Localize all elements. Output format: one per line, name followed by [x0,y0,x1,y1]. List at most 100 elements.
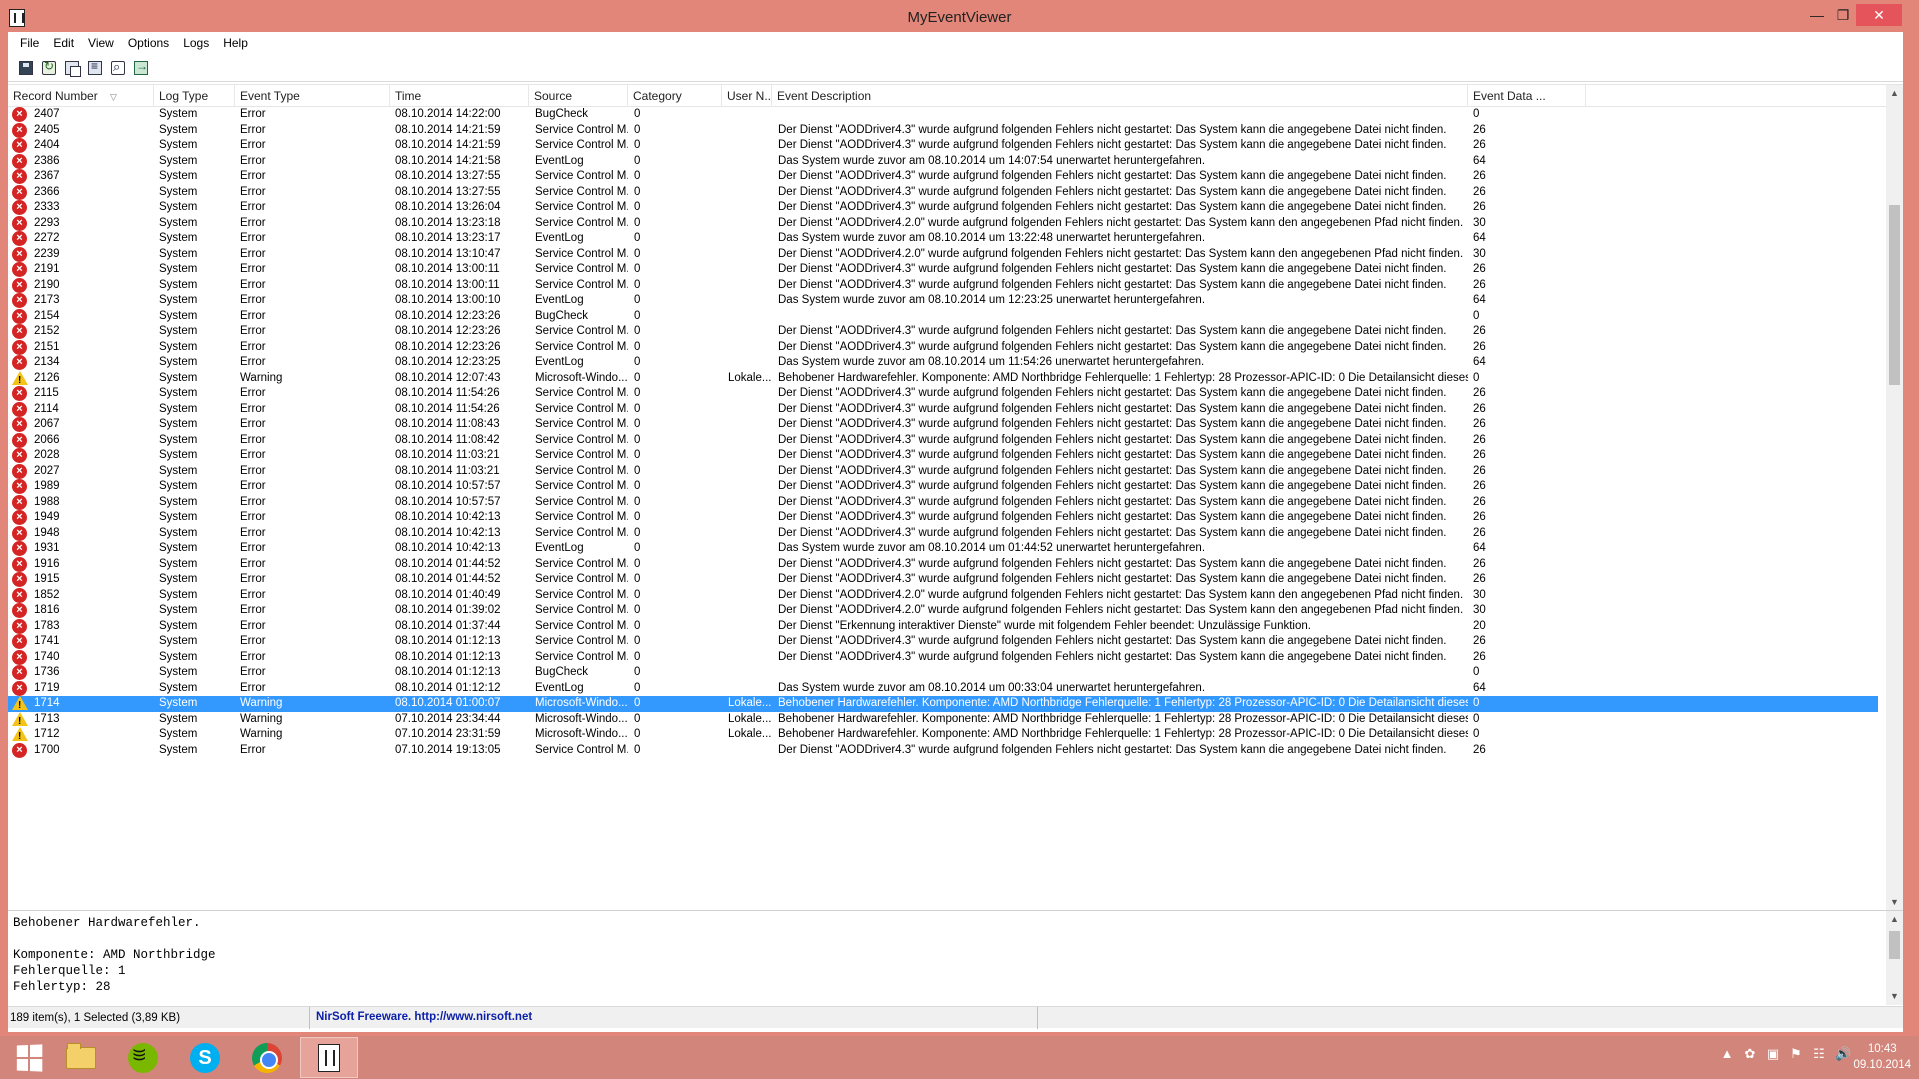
detail-scroll-up-icon[interactable]: ▲ [1886,911,1903,928]
table-row[interactable]: × 1916 System Error 08.10.2014 01:44:52 Servi… [8,556,1878,573]
maximize-button[interactable]: ❐ [1826,4,1860,26]
column-header-category[interactable]: Category [628,85,722,107]
warning-mark: ! [18,715,22,727]
table-row[interactable]: × 2272 System Error 08.10.2014 13:23:17 Event… [8,231,1878,247]
table-row[interactable]: × 1915 System Error 08.10.2014 01:44:52 Servi… [8,572,1878,588]
save-button[interactable] [16,58,36,78]
table-row[interactable]: × 1736 System Error 08.10.2014 01:12:13 BugCh… [8,665,1878,681]
table-row[interactable]: × 2190 System Error 08.10.2014 13:00:11 Servi… [8,277,1878,294]
cell-data: 26 [1473,743,1486,756]
action-center-flag-icon[interactable]: ⚑ [1789,1046,1803,1062]
taskbar-spotify[interactable] [114,1037,172,1078]
error-icon: × [12,324,27,339]
cell-source: Microsoft-Windo... [535,728,628,740]
close-button[interactable]: ✕ [1856,4,1902,26]
table-row[interactable]: × 2404 System Error 08.10.2014 14:21:59 Servi… [8,138,1878,154]
exit-button[interactable] [131,58,151,78]
volume-icon[interactable]: 🔊 [1835,1046,1851,1062]
table-row[interactable]: × 1740 System Error 08.10.2014 01:12:13 Servi… [8,649,1878,666]
table-row[interactable]: × 1741 System Error 08.10.2014 01:12:13 Servi… [8,634,1878,650]
table-row[interactable]: × 1931 System Error 08.10.2014 10:42:13 Event… [8,541,1878,557]
column-header-source[interactable]: Source [529,85,628,107]
table-row[interactable]: × 1988 System Error 08.10.2014 10:57:57 Servi… [8,494,1878,511]
column-header-record[interactable]: Record Number ▽ [8,85,154,107]
table-row[interactable]: × 1816 System Error 08.10.2014 01:39:02 Servi… [8,603,1878,619]
table-row[interactable]: ! 1713 System Warning 07.10.2014 23:34:44 Mic… [8,711,1878,728]
cell-category: 0 [634,743,641,756]
table-row[interactable]: × 2293 System Error 08.10.2014 13:23:18 Servi… [8,215,1878,232]
detail-scroll-down-icon[interactable]: ▼ [1886,988,1903,1005]
table-row[interactable]: ! 2126 System Warning 08.10.2014 12:07:43 Mic… [8,370,1878,387]
taskbar-chrome[interactable] [238,1037,296,1078]
table-row[interactable]: × 2066 System Error 08.10.2014 11:08:42 Servi… [8,432,1878,449]
tray-monitor-icon[interactable]: ▣ [1766,1046,1780,1062]
table-row[interactable]: × 2152 System Error 08.10.2014 12:23:26 Servi… [8,324,1878,340]
table-row[interactable]: × 2191 System Error 08.10.2014 13:00:11 Servi… [8,262,1878,278]
copy-button[interactable] [62,58,82,78]
table-row[interactable]: × 2386 System Error 08.10.2014 14:21:58 Event… [8,153,1878,170]
table-row[interactable]: × 1989 System Error 08.10.2014 10:57:57 Servi… [8,479,1878,495]
menu-help[interactable]: Help [216,36,255,50]
table-row[interactable]: × 2067 System Error 08.10.2014 11:08:43 Servi… [8,417,1878,433]
table-row[interactable]: × 2134 System Error 08.10.2014 12:23:25 Event… [8,355,1878,371]
table-row[interactable]: × 2115 System Error 08.10.2014 11:54:26 Servi… [8,386,1878,402]
clock-date: 09.10.2014 [1853,1059,1911,1071]
table-row[interactable]: × 2366 System Error 08.10.2014 13:27:55 Servi… [8,184,1878,201]
title-bar[interactable]: MyEventViewer — ❐ ✕ [0,0,1919,36]
table-row[interactable]: × 1852 System Error 08.10.2014 01:40:49 Servi… [8,587,1878,604]
column-header-user[interactable]: User N... [722,85,772,107]
scroll-down-arrow-icon[interactable]: ▼ [1886,894,1903,910]
table-row[interactable]: × 2028 System Error 08.10.2014 11:03:21 Servi… [8,448,1878,464]
menu-edit[interactable]: Edit [46,36,81,50]
taskbar-skype[interactable]: S [176,1037,234,1078]
taskbar-clock[interactable]: 10:43 09.10.2014 [1853,1041,1911,1073]
table-row[interactable]: × 2333 System Error 08.10.2014 13:26:04 Servi… [8,200,1878,216]
tray-app-icon[interactable]: ✿ [1743,1046,1757,1062]
refresh-button[interactable] [39,58,59,78]
menu-logs[interactable]: Logs [176,36,216,50]
table-row[interactable]: × 2151 System Error 08.10.2014 12:23:26 Servi… [8,339,1878,356]
column-header-log[interactable]: Log Type [154,85,235,107]
table-row[interactable]: × 2405 System Error 08.10.2014 14:21:59 Servi… [8,122,1878,139]
table-row[interactable]: × 2239 System Error 08.10.2014 13:10:47 Servi… [8,246,1878,263]
event-list[interactable]: Record Number ▽ Log Type Event Type Time Sour… [8,84,1903,910]
properties-button[interactable] [85,58,105,78]
table-row[interactable]: × 2367 System Error 08.10.2014 13:27:55 Servi… [8,169,1878,185]
table-row[interactable]: × 2027 System Error 08.10.2014 11:03:21 Servi… [8,463,1878,480]
cell-user [728,386,772,402]
cell-category: 0 [634,728,641,740]
table-row[interactable]: × 1783 System Error 08.10.2014 01:37:44 Servi… [8,618,1878,635]
table-row[interactable]: × 1948 System Error 08.10.2014 10:42:13 Servi… [8,525,1878,542]
column-header-type[interactable]: Event Type [235,85,390,107]
menu-options[interactable]: Options [121,36,176,50]
menu-view[interactable]: View [81,36,121,50]
find-button[interactable] [108,58,128,78]
list-scrollbar[interactable]: ▲ ▼ [1886,85,1903,910]
column-header-data[interactable]: Event Data ... [1468,85,1586,107]
taskbar-explorer[interactable] [52,1037,110,1078]
table-row[interactable]: ! 1712 System Warning 07.10.2014 23:31:59 Mic… [8,727,1878,743]
column-header-label: User N... [727,89,772,103]
table-row[interactable]: × 1949 System Error 08.10.2014 10:42:13 Servi… [8,510,1878,526]
detail-scroll-thumb[interactable] [1889,931,1900,959]
taskbar-myeventviewer[interactable] [300,1037,358,1078]
menu-file[interactable]: File [13,36,46,50]
table-row[interactable]: × 2114 System Error 08.10.2014 11:54:26 Servi… [8,401,1878,418]
detail-pane[interactable]: Behobener Hardwarefehler. Komponente: AM… [8,910,1903,1005]
table-row[interactable]: × 1700 System Error 07.10.2014 19:13:05 Servi… [8,742,1878,759]
table-row[interactable]: × 2154 System Error 08.10.2014 12:23:26 BugCh… [8,308,1878,325]
scroll-up-arrow-icon[interactable]: ▲ [1886,85,1903,102]
detail-scrollbar[interactable]: ▲ ▼ [1886,911,1903,1005]
network-icon[interactable]: ☷ [1812,1046,1826,1062]
start-button[interactable] [0,1037,58,1078]
column-header-time[interactable]: Time [390,85,529,107]
cell-source: EventLog [535,542,584,554]
column-header-desc[interactable]: Event Description [772,85,1468,107]
nirsoft-link[interactable]: NirSoft Freeware. http://www.nirsoft.net [316,1007,1038,1029]
table-row[interactable]: ! 1714 System Warning 08.10.2014 01:00:07 Mic… [8,696,1878,712]
table-row[interactable]: × 2173 System Error 08.10.2014 13:00:10 Event… [8,293,1878,309]
table-row[interactable]: × 2407 System Error 08.10.2014 14:22:00 BugCh… [8,107,1878,123]
table-row[interactable]: × 1719 System Error 08.10.2014 01:12:12 Event… [8,680,1878,697]
show-hidden-icons-icon[interactable]: ▲ [1720,1046,1734,1062]
scroll-thumb[interactable] [1889,205,1900,385]
